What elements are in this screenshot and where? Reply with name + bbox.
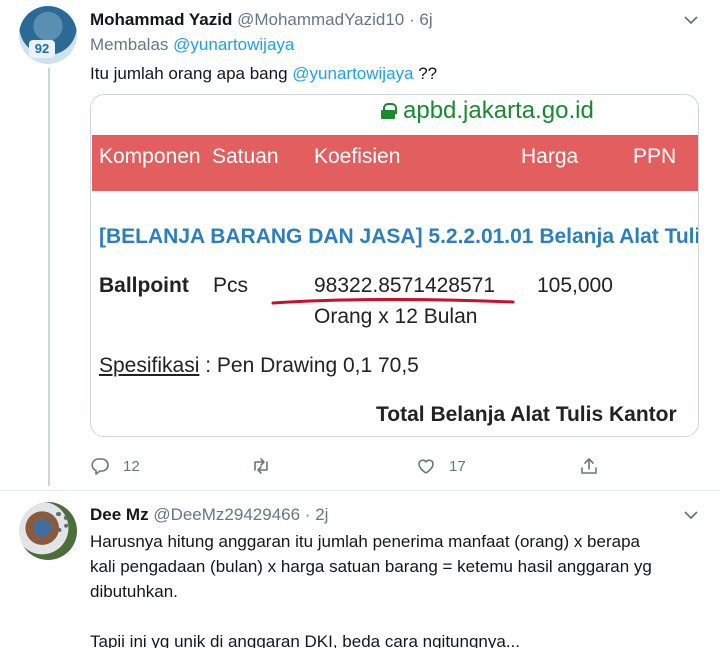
user-handle[interactable]: @DeeMz29429466 <box>153 505 300 524</box>
share-button[interactable] <box>579 456 612 476</box>
heart-icon <box>418 459 434 474</box>
tweet-header: Dee Mz @DeeMz29429466 · 2j <box>90 505 328 525</box>
tweet-text: Itu jumlah orang apa bang @yunartowijaya… <box>90 61 437 86</box>
specification: Spesifikasi : Pen Drawing 0,1 70,5 <box>99 354 419 378</box>
item-unit: Pcs <box>213 274 249 297</box>
total-label: Total Belanja Alat Tulis Kantor <box>376 403 677 426</box>
column-header: Komponen <box>99 145 201 168</box>
timestamp[interactable]: 2j <box>315 505 328 524</box>
tweet-text-part: Itu jumlah orang apa bang <box>90 64 288 83</box>
spec-value: : Pen Drawing 0,1 70,5 <box>199 354 419 377</box>
tweet-text-line: Tapii ini yg unik di anggaran DKI, beda … <box>90 632 520 648</box>
avatar-badge: 92 <box>29 40 55 58</box>
site-address: apbd.jakarta.go.id <box>381 97 594 125</box>
tweet-text-part: ?? <box>418 64 438 83</box>
avatar[interactable]: 92 <box>19 6 77 64</box>
column-header: Koefisien <box>314 145 401 168</box>
reply-button[interactable]: 12 <box>90 456 140 476</box>
separator-dot: · <box>409 10 415 29</box>
thread-connector-line <box>48 68 50 486</box>
avatar[interactable] <box>19 502 77 560</box>
column-header: Satuan <box>212 145 279 168</box>
chevron-down-icon[interactable] <box>684 508 698 522</box>
reply-context: Membalas @yunartowijaya <box>90 35 294 55</box>
retweet-icon <box>254 458 268 474</box>
reply-mention-link[interactable]: @yunartowijaya <box>173 35 294 54</box>
column-header: PPN <box>633 145 677 168</box>
tweet-text-line: dibutuhkan. <box>90 582 178 601</box>
like-count: 17 <box>449 457 466 475</box>
lock-icon <box>381 103 397 119</box>
separator-dot: · <box>304 505 311 524</box>
like-button[interactable]: 17 <box>416 456 466 476</box>
share-icon <box>581 458 597 474</box>
display-name[interactable]: Mohammad Yazid <box>90 10 232 29</box>
section-title: [BELANJA BARANG DAN JASA] 5.2.2.01.01 Be… <box>99 225 699 248</box>
tweet-text-line: kali pengadaan (bulan) x harga satuan ba… <box>90 557 652 576</box>
column-header: Harga <box>521 145 579 168</box>
item-coefficient-detail: Orang x 12 Bulan <box>314 305 478 328</box>
chevron-down-icon[interactable] <box>684 13 698 27</box>
avatar-graphic <box>49 512 69 532</box>
mention-link[interactable]: @yunartowijaya <box>292 64 413 83</box>
user-handle[interactable]: @MohammadYazid10 <box>237 10 404 29</box>
retweet-button[interactable] <box>251 456 284 476</box>
tweet-text: Harusnya hitung anggaran itu jumlah pene… <box>90 529 652 648</box>
site-url: apbd.jakarta.go.id <box>403 97 594 124</box>
tweet-text-line: Harusnya hitung anggaran itu jumlah pene… <box>90 532 640 551</box>
item-name: Ballpoint <box>99 274 189 297</box>
display-name[interactable]: Dee Mz <box>90 505 149 524</box>
reply-count: 12 <box>123 457 140 475</box>
tweet-divider <box>0 490 720 491</box>
attached-image[interactable]: apbd.jakarta.go.id Komponen Satuan Koefi… <box>90 94 699 437</box>
reply-icon <box>91 458 109 475</box>
reply-prefix: Membalas <box>90 35 169 54</box>
item-price: 105,000 <box>537 274 613 297</box>
timestamp[interactable]: 6j <box>419 10 432 29</box>
spec-label: Spesifikasi <box>99 354 200 377</box>
tweet-header: Mohammad Yazid @MohammadYazid10 · 6j <box>90 10 433 30</box>
